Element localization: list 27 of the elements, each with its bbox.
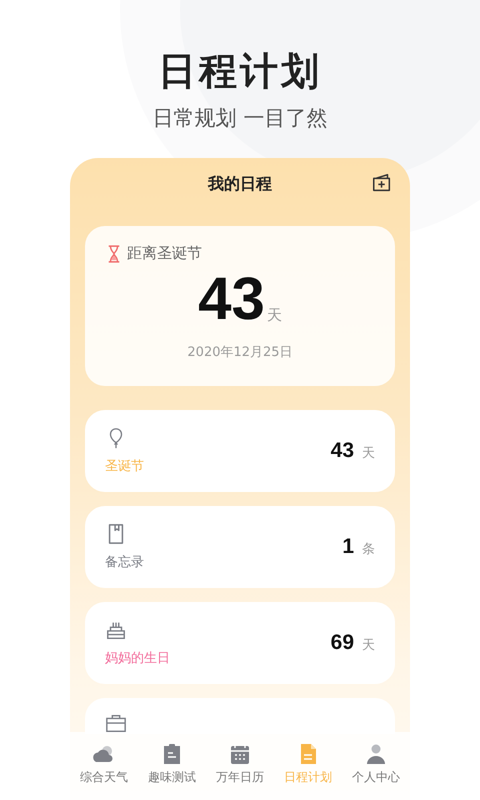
- event-card[interactable]: 备忘录 1 条: [85, 506, 395, 588]
- event-count: 1: [342, 535, 354, 559]
- hourglass-icon: [107, 244, 121, 262]
- page-title: 日程计划: [158, 48, 322, 95]
- countdown-number: 43: [198, 267, 265, 331]
- event-count: 43: [330, 439, 354, 463]
- person-icon: [364, 742, 388, 766]
- event-unit: 天: [362, 637, 375, 654]
- event-card[interactable]: 圣诞节 43 天: [85, 410, 395, 492]
- tab-item[interactable]: 个人中心: [342, 742, 410, 800]
- briefcase-icon: [105, 712, 127, 734]
- event-unit: 条: [362, 541, 375, 558]
- page-subtitle: 日常规划 一目了然: [152, 105, 328, 132]
- tab-item[interactable]: 万年日历: [206, 742, 274, 800]
- tab-item[interactable]: 综合天气: [70, 742, 138, 800]
- event-name: 妈妈的生日: [105, 650, 170, 667]
- add-schedule-icon[interactable]: [371, 172, 393, 194]
- countdown-unit: 天: [266, 306, 282, 325]
- event-name: 备忘录: [105, 554, 144, 571]
- event-unit: 天: [362, 445, 375, 462]
- event-name: 圣诞节: [105, 458, 144, 475]
- screen-title: 我的日程: [208, 174, 272, 194]
- tab-item[interactable]: 趣味测试: [138, 742, 206, 800]
- countdown-label: 距离圣诞节: [127, 244, 202, 263]
- event-count: 69: [330, 631, 354, 655]
- event-card[interactable]: 妈妈的生日 69 天: [85, 602, 395, 684]
- countdown-date: 2020年12月25日: [186, 344, 294, 361]
